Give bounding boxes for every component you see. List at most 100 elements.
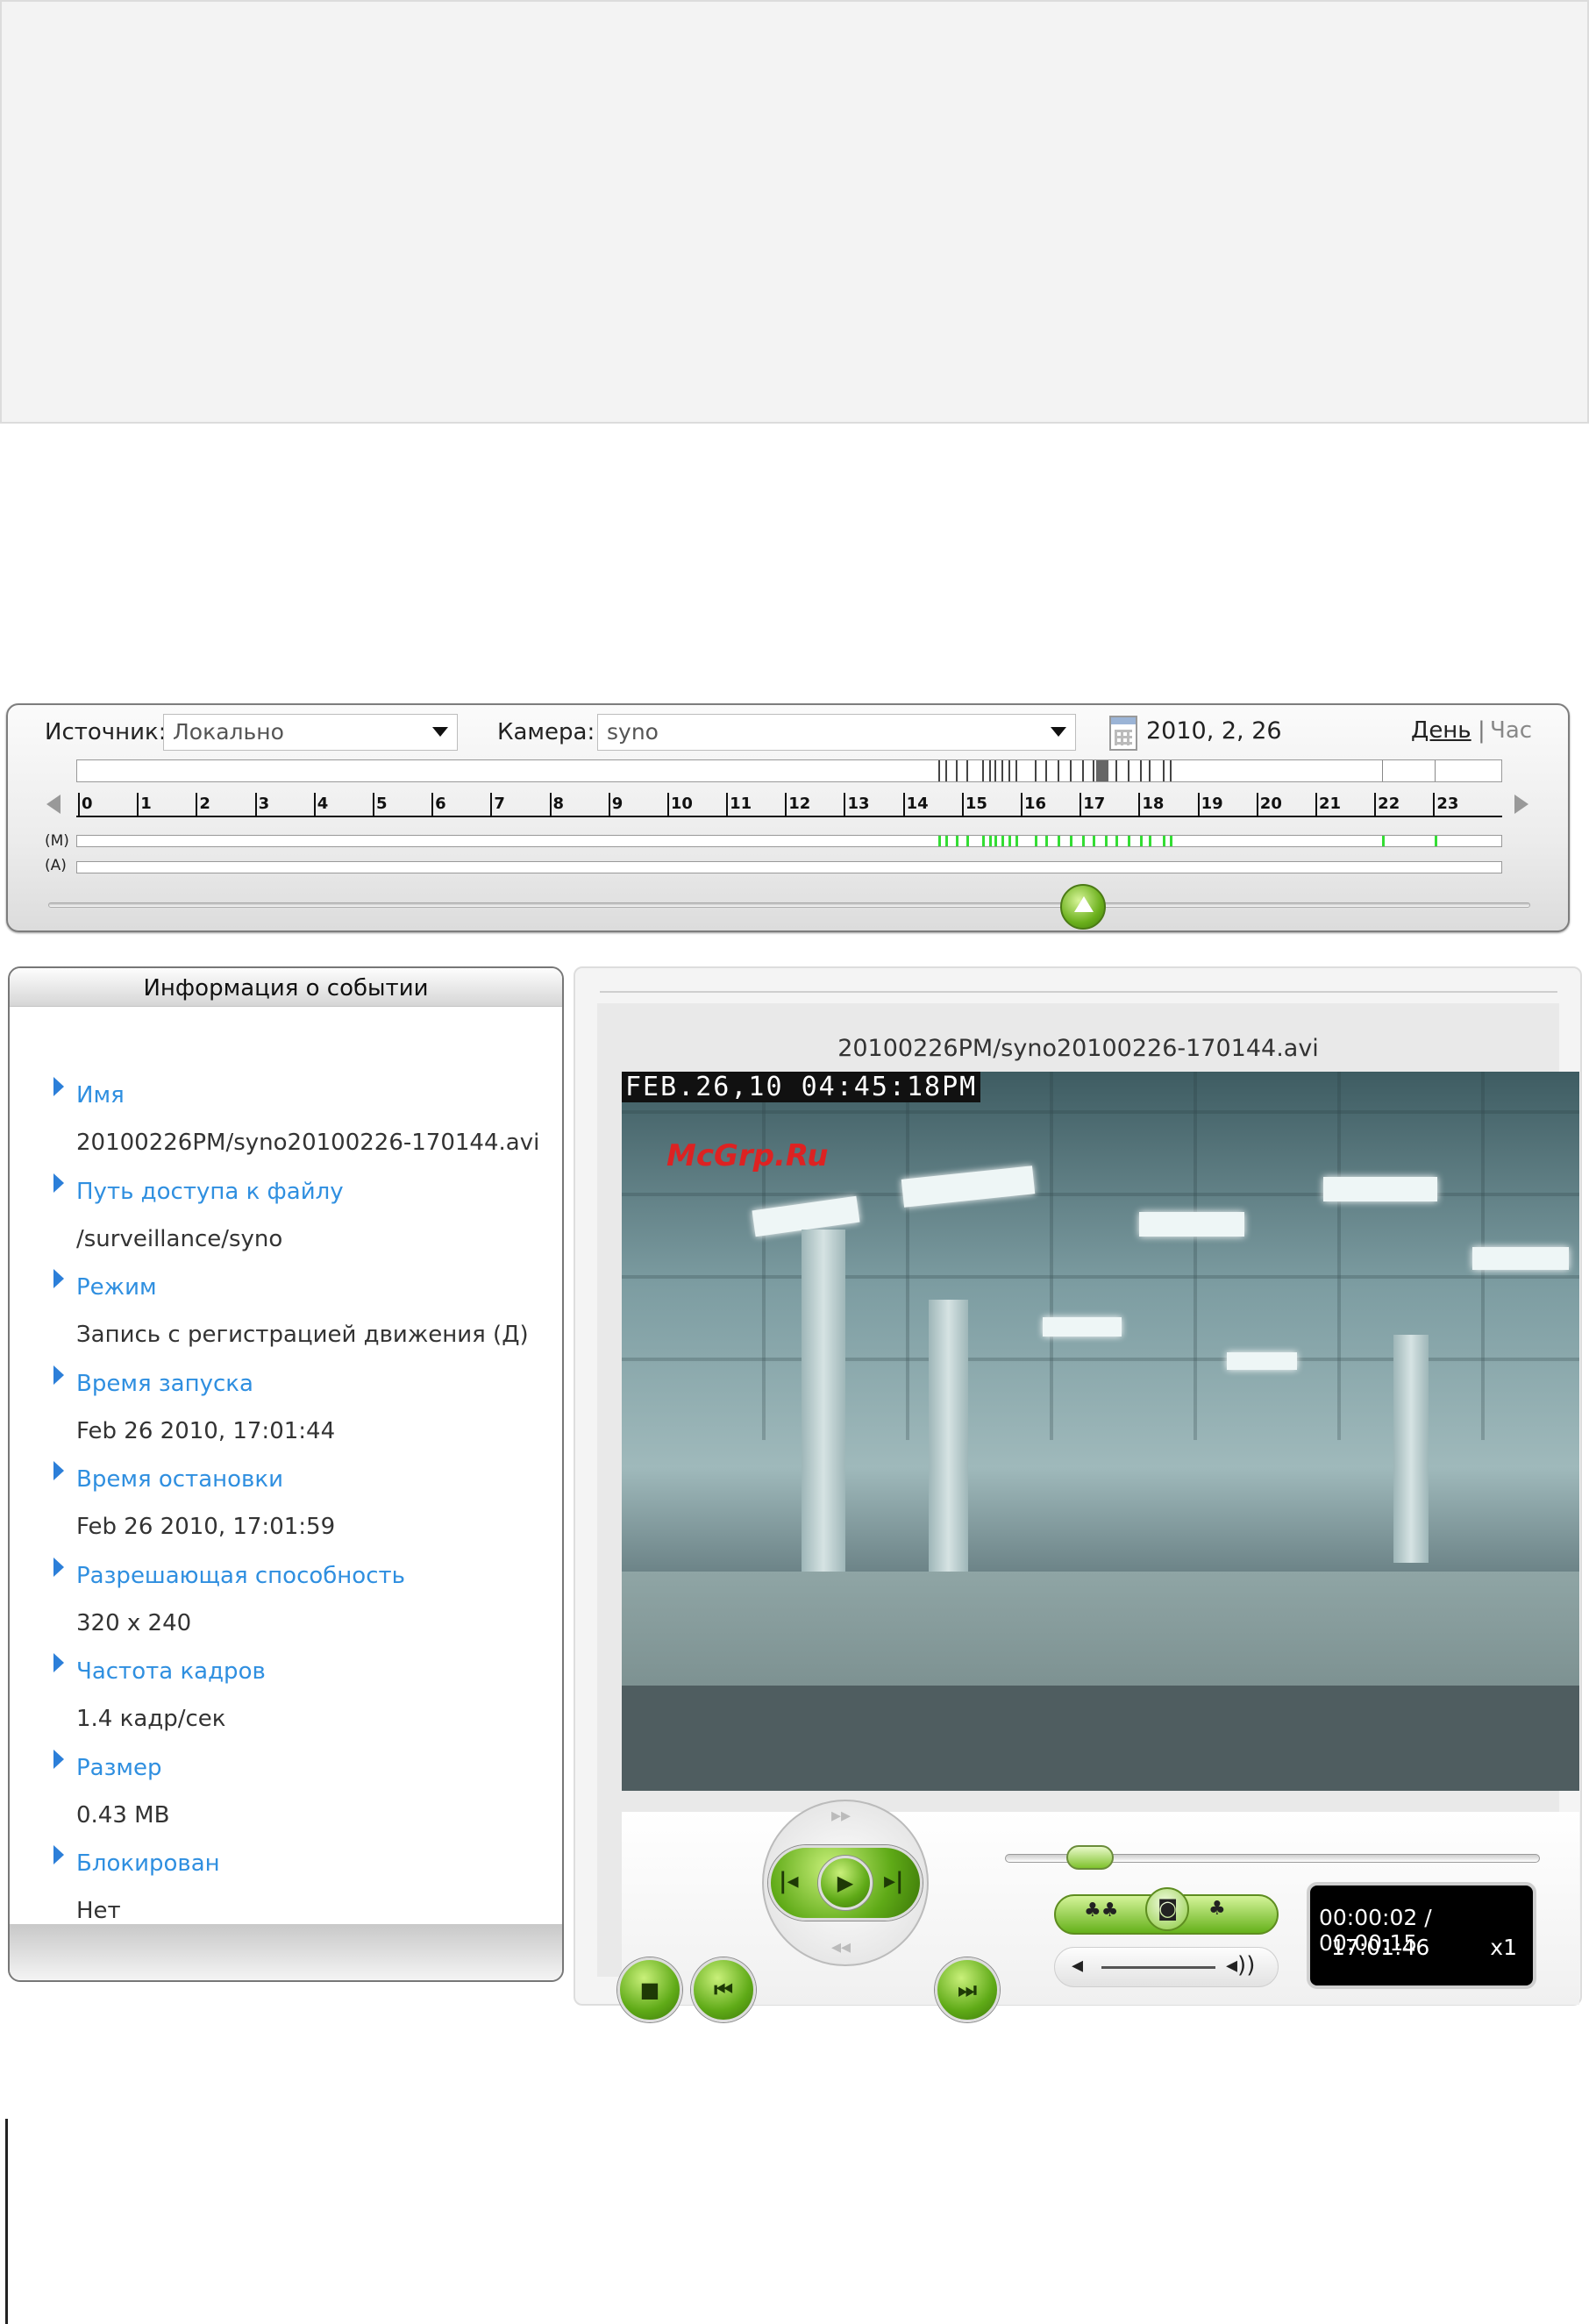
recording-segment: [1015, 760, 1017, 781]
recording-bar[interactable]: [76, 759, 1502, 782]
info-field-value: 20100226PM/syno20100226-170144.avi: [76, 1130, 540, 1156]
source-value: Локально: [173, 719, 284, 745]
hour-label: 7: [494, 795, 505, 813]
motion-segment: [945, 836, 948, 846]
hour-tick: [726, 793, 729, 816]
timeline-slider-track[interactable]: [48, 902, 1530, 908]
alarm-row-label: (A): [45, 857, 67, 874]
recording-segment: [945, 760, 947, 781]
recording-segment: [1058, 760, 1059, 781]
info-field-key[interactable]: Режим: [76, 1274, 157, 1301]
timeline-slider-knob[interactable]: [1060, 884, 1106, 930]
info-field-key[interactable]: Размер: [76, 1755, 162, 1781]
previous-icon: ⏮: [714, 1978, 733, 2002]
expand-arrow-icon[interactable]: [53, 1077, 64, 1096]
recording-segment: [982, 760, 984, 781]
info-field-key[interactable]: Имя: [76, 1082, 125, 1109]
ceiling-grid: [622, 1072, 1579, 1440]
hour-label: 10: [670, 795, 693, 813]
expand-arrow-icon[interactable]: [53, 1365, 64, 1385]
camera-select[interactable]: syno: [597, 714, 1076, 751]
hour-tick: [431, 793, 434, 816]
view-hour-link[interactable]: Час: [1490, 717, 1532, 744]
recording-segment: [956, 760, 958, 781]
hour-label: 5: [375, 795, 388, 813]
volume-low-icon[interactable]: ◂: [1072, 1952, 1083, 1978]
motion-bar[interactable]: [76, 835, 1502, 847]
recording-segment: [966, 760, 968, 781]
hour-tick: [961, 793, 964, 816]
expand-arrow-icon[interactable]: [53, 1461, 64, 1480]
step-back-icon[interactable]: |◂: [779, 1868, 799, 1894]
expand-arrow-icon[interactable]: [53, 1173, 64, 1193]
event-info-footer: [10, 1924, 562, 1980]
info-field-value: 1.4 кадр/сек: [76, 1706, 226, 1732]
hour-label: 0: [82, 795, 93, 813]
motion-row-label: (M): [45, 832, 69, 850]
step-forward-icon[interactable]: ▸|: [884, 1868, 904, 1894]
clock-time: 17:01:46: [1331, 1935, 1430, 1960]
date-display[interactable]: 2010, 2, 26: [1146, 717, 1282, 745]
scroll-right-icon[interactable]: [1514, 795, 1528, 814]
expand-arrow-icon[interactable]: [53, 1653, 64, 1672]
motion-segment: [1140, 836, 1143, 846]
play-button[interactable]: ▶: [818, 1856, 873, 1910]
source-label: Источник:: [45, 719, 167, 745]
volume-high-icon[interactable]: ◂)): [1226, 1952, 1255, 1978]
hour-tick: [1315, 793, 1317, 816]
hour-tick: [902, 793, 905, 816]
source-select[interactable]: Локально: [163, 714, 458, 751]
event-info-panel: Информация о событии Имя 20100226PM/syno2…: [8, 966, 564, 1982]
video-view[interactable]: FEB.26,10 04:45:18PM: [622, 1072, 1579, 1791]
seek-knob[interactable]: [1066, 1845, 1114, 1870]
fast-forward-icon[interactable]: ▸▸: [831, 1805, 851, 1827]
hour-label: 21: [1318, 795, 1342, 813]
previous-button[interactable]: ⏮: [691, 1957, 756, 2022]
rewind-icon[interactable]: ◂◂: [831, 1936, 851, 1958]
recording-segment: [1082, 760, 1084, 781]
motion-segment: [1170, 836, 1172, 846]
expand-arrow-icon[interactable]: [53, 1749, 64, 1769]
stop-icon: ■: [639, 1978, 660, 2002]
info-field-key[interactable]: Время запуска: [76, 1371, 253, 1397]
motion-segment: [956, 836, 958, 846]
info-field-key[interactable]: Путь доступа к файлу: [76, 1179, 344, 1205]
hour-label: 12: [788, 795, 811, 813]
next-button[interactable]: ⏭: [935, 1957, 1000, 2022]
scroll-left-icon[interactable]: [46, 795, 61, 814]
view-day-link[interactable]: День: [1411, 717, 1471, 744]
motion-segment: [994, 836, 997, 846]
alarm-bar[interactable]: [76, 861, 1502, 873]
hour-label: 20: [1259, 795, 1282, 813]
pillar: [802, 1230, 845, 1580]
expand-arrow-icon[interactable]: [53, 1557, 64, 1577]
expand-arrow-icon[interactable]: [53, 1269, 64, 1288]
info-field-key[interactable]: Время остановки: [76, 1466, 283, 1493]
pillar: [1393, 1335, 1429, 1563]
hour-tick: [1080, 793, 1082, 816]
hour-label: 18: [1142, 795, 1165, 813]
calendar-icon[interactable]: [1109, 716, 1137, 751]
motion-segment: [1163, 836, 1165, 846]
info-field-key[interactable]: Частота кадров: [76, 1658, 266, 1685]
divider: [600, 991, 1557, 993]
time-display: 00:00:02 / 00:00:15 17:01:46 x1: [1307, 1882, 1536, 1989]
info-field-value: Нет: [76, 1898, 121, 1924]
info-field-key[interactable]: Разрешающая способность: [76, 1563, 405, 1589]
ceiling-light: [1227, 1352, 1297, 1370]
stop-button[interactable]: ■: [617, 1957, 682, 2022]
hour-label: 1: [140, 795, 152, 813]
expand-arrow-icon[interactable]: [53, 1845, 64, 1864]
hour-tick: [785, 793, 787, 816]
hour-label: 8: [552, 795, 565, 813]
top-panel: [0, 0, 1589, 424]
recording-segment: [1115, 760, 1117, 781]
volume-slider[interactable]: [1101, 1966, 1215, 1969]
hour-tick: [254, 793, 257, 816]
recording-segment: [1128, 760, 1129, 781]
zoom-out-icon[interactable]: ♣♣: [1084, 1900, 1118, 1921]
page: Источник: Локально Камера: syno 2010, 2,…: [0, 0, 1589, 2324]
zoom-in-icon[interactable]: ♣: [1208, 1898, 1226, 1920]
info-field-key[interactable]: Блокирован: [76, 1850, 220, 1877]
motion-segment: [1382, 836, 1385, 846]
